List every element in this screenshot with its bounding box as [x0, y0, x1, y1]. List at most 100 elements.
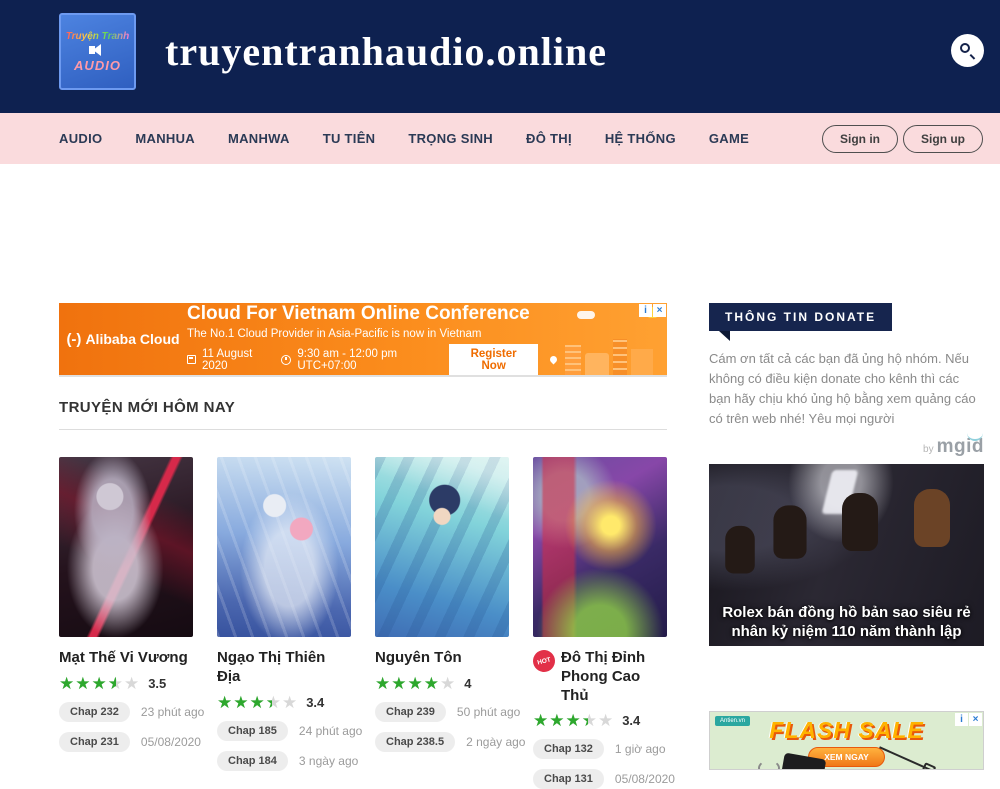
- search-button[interactable]: [951, 34, 984, 67]
- mgid-attribution[interactable]: bymgid: [709, 436, 984, 458]
- cable-shape: [758, 760, 780, 770]
- ad-choice-controls: i ×: [639, 304, 666, 317]
- site-logo[interactable]: Truyện Tranh AUDIO: [59, 13, 136, 90]
- sign-in-button[interactable]: Sign in: [822, 125, 898, 153]
- chapter-badge[interactable]: Chap 132: [533, 739, 604, 759]
- native-ad-caption[interactable]: Rolex bán đồng hồ bản sao siêu rẻ nhân k…: [709, 604, 984, 642]
- ad-source-badge: Antien.vn: [715, 716, 750, 726]
- nav-item-tu-tien[interactable]: TU TIÊN: [323, 131, 376, 146]
- comic-card: Mạt Thế Vi Vương 3.5 Chap 232 23 phút ag…: [59, 457, 193, 789]
- alibaba-brand-text: Alibaba Cloud: [85, 331, 179, 347]
- chapter-row: Chap 232 23 phút ago: [59, 702, 193, 722]
- chapter-badge[interactable]: Chap 231: [59, 732, 130, 752]
- chapter-time: 1 giờ ago: [615, 742, 666, 756]
- stars-filled-icon: [533, 712, 588, 729]
- header: Truyện Tranh AUDIO truyentranhaudio.onli…: [0, 0, 1000, 113]
- chapter-badge[interactable]: Chap 185: [217, 721, 288, 741]
- rating-value: 3.5: [148, 676, 166, 691]
- sign-up-button[interactable]: Sign up: [903, 125, 983, 153]
- mgid-by-label: by: [923, 444, 934, 455]
- close-icon[interactable]: ×: [969, 713, 982, 726]
- nav-item-he-thong[interactable]: HỆ THỐNG: [605, 131, 676, 146]
- chapter-badge[interactable]: Chap 232: [59, 702, 130, 722]
- chapter-row: Chap 238.5 2 ngày ago: [375, 732, 509, 752]
- star-rating: 3.4: [217, 694, 351, 711]
- comic-cover[interactable]: [533, 457, 667, 637]
- comic-title[interactable]: Đô Thị Đỉnh Phong Cao Thủ: [561, 649, 667, 705]
- building-shape: [631, 349, 653, 375]
- comic-title[interactable]: Mạt Thế Vi Vương: [59, 649, 188, 668]
- nav-item-manhwa[interactable]: MANHWA: [228, 131, 290, 146]
- nav-item-do-thi[interactable]: ĐÔ THỊ: [526, 131, 572, 146]
- comic-card-grid: Mạt Thế Vi Vương 3.5 Chap 232 23 phút ag…: [59, 457, 667, 789]
- chapter-row: Chap 239 50 phút ago: [375, 702, 509, 722]
- comic-title[interactable]: Ngạo Thị Thiên Địa: [217, 649, 351, 687]
- rating-value: 4: [464, 676, 471, 691]
- chapter-time: 05/08/2020: [615, 772, 675, 786]
- building-shape: [565, 345, 581, 375]
- clock-icon: [281, 355, 291, 365]
- chapter-badge[interactable]: Chap 239: [375, 702, 446, 722]
- sidebar: THÔNG TIN DONATE Cám ơn tất cả các bạn đ…: [709, 303, 984, 770]
- selfie-stick-shape: [879, 746, 933, 770]
- rating-value: 3.4: [306, 695, 324, 710]
- stars-filled-icon: [217, 694, 272, 711]
- nav-item-manhua[interactable]: MANHUA: [135, 131, 195, 146]
- flash-sale-ad[interactable]: Antien.vn i × FLASH SALE XEM NGAY: [709, 711, 984, 770]
- nav-item-trong-sinh[interactable]: TRỌNG SINH: [408, 131, 493, 146]
- chapter-badge[interactable]: Chap 238.5: [375, 732, 455, 752]
- comic-cover[interactable]: [217, 457, 351, 637]
- alibaba-ad-banner[interactable]: (-) Alibaba Cloud Cloud For Vietnam Onli…: [59, 303, 667, 375]
- banner-time: 9:30 am - 12:00 pm UTC+07:00: [297, 348, 431, 372]
- alibaba-logo-icon: (-): [66, 331, 81, 348]
- calendar-icon: [187, 355, 196, 364]
- chapter-badge[interactable]: Chap 131: [533, 769, 604, 789]
- chapter-time: 23 phút ago: [141, 705, 204, 719]
- chapter-time: 24 phút ago: [299, 724, 362, 738]
- comic-card: HOT Đô Thị Đỉnh Phong Cao Thủ 3.4 Chap 1…: [533, 457, 667, 789]
- chapter-row: Chap 185 24 phút ago: [217, 721, 351, 741]
- main-nav: AUDIO MANHUA MANHWA TU TIÊN TRỌNG SINH Đ…: [0, 113, 1000, 164]
- donate-heading: THÔNG TIN DONATE: [709, 303, 892, 331]
- section-title: TRUYỆN MỚI HÔM NAY: [59, 399, 667, 416]
- close-icon[interactable]: ×: [653, 304, 666, 317]
- star-rating: 3.5: [59, 675, 193, 692]
- comic-title[interactable]: Nguyên Tôn: [375, 649, 462, 668]
- logo-text-bottom: AUDIO: [74, 58, 121, 73]
- rating-value: 3.4: [622, 713, 640, 728]
- flash-sale-title: FLASH SALE: [710, 717, 983, 744]
- alibaba-cloud-logo: (-) Alibaba Cloud: [59, 331, 187, 348]
- info-icon[interactable]: i: [955, 713, 968, 726]
- chapter-row: Chap 184 3 ngày ago: [217, 751, 351, 771]
- banner-text: Cloud For Vietnam Online Conference The …: [187, 303, 557, 375]
- chapter-row: Chap 131 05/08/2020: [533, 769, 667, 789]
- nav-item-audio[interactable]: AUDIO: [59, 131, 102, 146]
- logo-text-top: Truyện Tranh: [66, 31, 130, 42]
- section-divider: [59, 429, 667, 430]
- stars-filled-icon: [375, 675, 440, 692]
- chapter-badge[interactable]: Chap 184: [217, 751, 288, 771]
- banner-title: Cloud For Vietnam Online Conference: [187, 304, 557, 325]
- building-shape: [613, 339, 627, 375]
- hot-badge: HOT: [531, 648, 558, 675]
- star-rating: 4: [375, 675, 509, 692]
- rolex-native-ad[interactable]: Rolex bán đồng hồ bản sao siêu rẻ nhân k…: [709, 464, 984, 646]
- comic-cover[interactable]: [375, 457, 509, 637]
- comic-cover[interactable]: [59, 457, 193, 637]
- chapter-time: 50 phút ago: [457, 705, 520, 719]
- chapter-row: Chap 231 05/08/2020: [59, 732, 193, 752]
- comic-card: Nguyên Tôn 4 Chap 239 50 phút ago Chap 2…: [375, 457, 509, 789]
- nav-item-game[interactable]: GAME: [709, 131, 749, 146]
- chapter-row: Chap 132 1 giờ ago: [533, 739, 667, 759]
- stars-filled-icon: [59, 675, 116, 692]
- chapter-time: 3 ngày ago: [299, 754, 358, 768]
- donate-text: Cám ơn tất cả các bạn đã ủng hộ nhóm. Nế…: [709, 349, 984, 430]
- banner-subtitle: The No.1 Cloud Provider in Asia-Pacific …: [187, 328, 557, 340]
- info-icon[interactable]: i: [639, 304, 652, 317]
- nav-items: AUDIO MANHUA MANHWA TU TIÊN TRỌNG SINH Đ…: [59, 131, 749, 146]
- speaker-icon: [89, 44, 107, 56]
- site-title[interactable]: truyentranhaudio.online: [165, 28, 607, 75]
- register-now-button[interactable]: Register Now: [449, 344, 538, 375]
- building-shape: [585, 353, 609, 375]
- banner-date: 11 August 2020: [202, 348, 267, 372]
